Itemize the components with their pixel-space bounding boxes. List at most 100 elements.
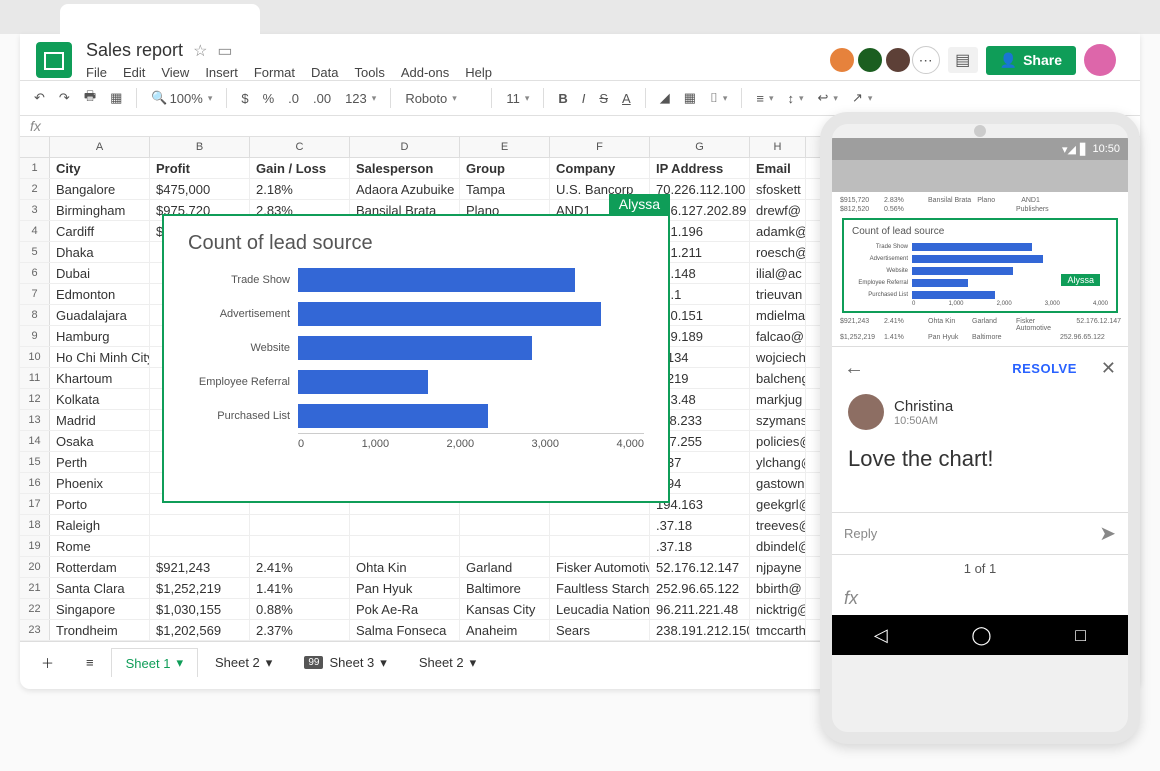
collaborator-avatar[interactable] bbox=[884, 46, 912, 74]
collaborator-avatar[interactable] bbox=[828, 46, 856, 74]
cell[interactable]: Fisker Automotive bbox=[550, 557, 650, 577]
cell[interactable]: 2.37% bbox=[250, 620, 350, 640]
row-header[interactable]: 11 bbox=[20, 368, 50, 388]
cell[interactable]: Raleigh bbox=[50, 515, 150, 535]
cell[interactable]: Salesperson bbox=[350, 158, 460, 178]
cell[interactable]: markjug bbox=[750, 389, 806, 409]
cell[interactable]: dbindel@ bbox=[750, 536, 806, 556]
row-header[interactable]: 2 bbox=[20, 179, 50, 199]
cell[interactable]: 2.18% bbox=[250, 179, 350, 199]
undo-button[interactable]: ↶ bbox=[30, 88, 49, 108]
cell[interactable]: drewf@ bbox=[750, 200, 806, 220]
cell[interactable]: geekgrl@ bbox=[750, 494, 806, 514]
cell[interactable]: $475,000 bbox=[150, 179, 250, 199]
chart-overlay[interactable]: Alyssa Count of lead source Trade ShowAd… bbox=[162, 214, 670, 503]
menu-format[interactable]: Format bbox=[254, 65, 295, 80]
percent-button[interactable]: % bbox=[259, 89, 279, 108]
cell[interactable]: policies@ bbox=[750, 431, 806, 451]
cell[interactable]: Garland bbox=[460, 557, 550, 577]
cell[interactable]: tmccarth bbox=[750, 620, 806, 640]
number-format-dropdown[interactable]: 123 bbox=[341, 89, 380, 108]
fill-color-button[interactable]: ◢ bbox=[656, 88, 674, 108]
share-button[interactable]: 👤 Share bbox=[986, 46, 1076, 75]
cell[interactable]: 52.176.12.147 bbox=[650, 557, 750, 577]
valign-dropdown[interactable]: ↕ bbox=[783, 89, 807, 108]
send-icon[interactable]: ➤ bbox=[1099, 521, 1116, 546]
row-header[interactable]: 15 bbox=[20, 452, 50, 472]
cell[interactable] bbox=[550, 536, 650, 556]
row-header[interactable]: 7 bbox=[20, 284, 50, 304]
cell[interactable]: City bbox=[50, 158, 150, 178]
cell[interactable]: Ho Chi Minh City bbox=[50, 347, 150, 367]
sheet-tab[interactable]: Sheet 1 ▾ bbox=[111, 648, 198, 677]
column-header[interactable]: B bbox=[150, 137, 250, 157]
cell[interactable]: Dhaka bbox=[50, 242, 150, 262]
sheet-tab[interactable]: Sheet 2 ▾ bbox=[200, 648, 287, 678]
cell[interactable] bbox=[250, 536, 350, 556]
borders-button[interactable]: ▦ bbox=[680, 88, 700, 108]
cell[interactable]: mdielma bbox=[750, 305, 806, 325]
column-header[interactable]: G bbox=[650, 137, 750, 157]
row-header[interactable]: 4 bbox=[20, 221, 50, 241]
merge-dropdown[interactable]: ⌷ bbox=[706, 88, 731, 108]
strike-button[interactable]: S bbox=[595, 89, 612, 108]
cell[interactable]: sfoskett bbox=[750, 179, 806, 199]
column-header[interactable]: A bbox=[50, 137, 150, 157]
row-header[interactable]: 1 bbox=[20, 158, 50, 178]
account-avatar[interactable] bbox=[1084, 44, 1116, 76]
menu-tools[interactable]: Tools bbox=[354, 65, 384, 80]
cell[interactable]: Dubai bbox=[50, 263, 150, 283]
star-icon[interactable]: ☆ bbox=[193, 41, 207, 61]
column-header[interactable]: D bbox=[350, 137, 460, 157]
fontsize-dropdown[interactable]: 11 bbox=[502, 89, 533, 108]
resolve-button[interactable]: RESOLVE bbox=[1012, 361, 1077, 376]
cell[interactable]: 0.88% bbox=[250, 599, 350, 619]
menu-view[interactable]: View bbox=[161, 65, 189, 80]
row-header[interactable]: 6 bbox=[20, 263, 50, 283]
phone-mini-sheet[interactable]: $915,7202.83%Bansilal BrataPlanoAND1$812… bbox=[832, 192, 1128, 346]
cell[interactable]: Perth bbox=[50, 452, 150, 472]
row-header[interactable]: 12 bbox=[20, 389, 50, 409]
cell[interactable]: Osaka bbox=[50, 431, 150, 451]
sheet-tab[interactable]: 99 Sheet 3 ▾ bbox=[289, 648, 401, 678]
row-header[interactable]: 17 bbox=[20, 494, 50, 514]
row-header[interactable]: 5 bbox=[20, 242, 50, 262]
zoom-dropdown[interactable]: 🔍 100% bbox=[147, 88, 216, 108]
cell[interactable]: Kansas City bbox=[460, 599, 550, 619]
font-dropdown[interactable]: Roboto bbox=[401, 89, 481, 108]
row-header[interactable]: 23 bbox=[20, 620, 50, 640]
cell[interactable]: Profit bbox=[150, 158, 250, 178]
close-icon[interactable]: ✕ bbox=[1101, 358, 1116, 379]
row-header[interactable]: 3 bbox=[20, 200, 50, 220]
cell[interactable]: balcheng bbox=[750, 368, 806, 388]
column-header[interactable]: C bbox=[250, 137, 350, 157]
cell[interactable]: Birmingham bbox=[50, 200, 150, 220]
redo-button[interactable]: ↷ bbox=[55, 88, 74, 108]
row-header[interactable]: 19 bbox=[20, 536, 50, 556]
phone-formula-bar[interactable]: fx bbox=[832, 582, 1128, 615]
cell[interactable]: Email bbox=[750, 158, 806, 178]
row-header[interactable]: 8 bbox=[20, 305, 50, 325]
cell[interactable]: $1,030,155 bbox=[150, 599, 250, 619]
cell[interactable]: bbirth@ bbox=[750, 578, 806, 598]
cell[interactable]: Edmonton bbox=[50, 284, 150, 304]
row-header[interactable]: 20 bbox=[20, 557, 50, 577]
row-header[interactable]: 18 bbox=[20, 515, 50, 535]
column-header[interactable]: H bbox=[750, 137, 806, 157]
bold-button[interactable]: B bbox=[554, 89, 571, 108]
cell[interactable]: Faultless Starch/Bo bbox=[550, 578, 650, 598]
reply-input[interactable]: Reply ➤ bbox=[832, 512, 1128, 555]
row-header[interactable]: 9 bbox=[20, 326, 50, 346]
cell[interactable]: Madrid bbox=[50, 410, 150, 430]
print-button[interactable]: 🖶 bbox=[80, 85, 100, 111]
cell[interactable]: adamk@ bbox=[750, 221, 806, 241]
cell[interactable] bbox=[150, 515, 250, 535]
collaborator-avatar[interactable] bbox=[856, 46, 884, 74]
menu-insert[interactable]: Insert bbox=[205, 65, 238, 80]
cell[interactable]: Leucadia National bbox=[550, 599, 650, 619]
cell[interactable] bbox=[460, 515, 550, 535]
phone-chart[interactable]: Count of lead source Trade ShowAdvertise… bbox=[842, 218, 1118, 313]
cell[interactable]: $1,202,569 bbox=[150, 620, 250, 640]
cell[interactable]: Adaora Azubuike bbox=[350, 179, 460, 199]
menu-help[interactable]: Help bbox=[465, 65, 492, 80]
